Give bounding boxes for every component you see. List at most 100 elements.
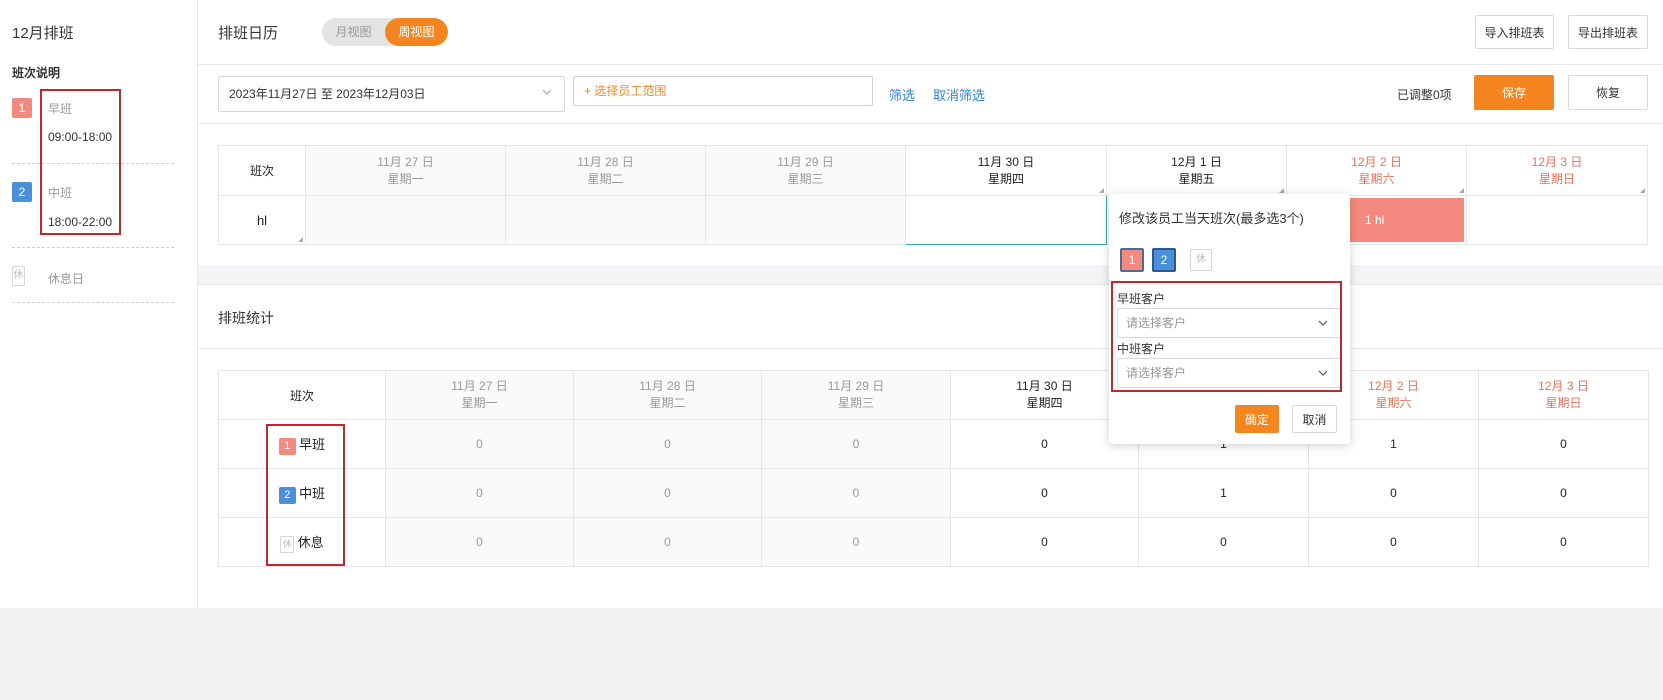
mid-shift-badge: 2 — [12, 182, 32, 202]
mid-shift-time: 18:00-22:00 — [48, 215, 113, 229]
morning-customer-select[interactable]: 请选择客户 — [1117, 308, 1341, 338]
stats-header-bar — [198, 284, 1663, 349]
stats-shift-name: 早班 — [299, 436, 326, 452]
import-schedule-button[interactable]: 导入排班表 — [1475, 15, 1554, 49]
day-header: 11月 29 日星期三 — [705, 145, 906, 196]
week-view-tab[interactable]: 周视图 — [385, 18, 448, 46]
employee-range-select[interactable]: + 选择员工范围 — [573, 76, 873, 106]
day-date: 11月 30 日 — [977, 154, 1035, 169]
shift-edit-popover: 修改该员工当天班次(最多选3个) 1 2 休 早班客户 请选择客户 中班客户 请… — [1109, 194, 1350, 444]
morning-shift-name: 早班 — [48, 102, 73, 116]
day-weekday: 星期日 — [1538, 171, 1575, 186]
day-header[interactable]: 11月 30 日星期四 — [905, 145, 1107, 196]
save-button[interactable]: 保存 — [1474, 75, 1554, 110]
stats-value: 0 — [1308, 517, 1479, 567]
cancel-button[interactable]: 取消 — [1292, 405, 1337, 433]
restore-button[interactable]: 恢复 — [1568, 75, 1648, 110]
app-root: 12月排班 班次说明 1 早班 09:00-18:00 2 中班 18:00-2… — [0, 0, 1663, 608]
assigned-shift-chip[interactable]: 1 hl — [1349, 198, 1464, 242]
day-header: 12月 3 日星期日 — [1478, 370, 1649, 420]
day-date: 12月 2 日 — [1351, 154, 1402, 169]
shift-cell-selected[interactable] — [905, 195, 1107, 245]
shift-cell — [305, 195, 506, 245]
calendar-header-row: 班次 11月 27 日星期一 11月 28 日星期二 11月 29 日星期三 1… — [218, 145, 1648, 196]
day-header: 11月 27 日星期一 — [305, 145, 506, 196]
divider — [12, 302, 174, 303]
stats-value: 0 — [1308, 468, 1479, 518]
table-row: 休 休息 0 0 0 0 0 0 0 — [218, 517, 1649, 567]
header-divider — [198, 64, 1663, 65]
stats-value: 1 — [1138, 468, 1309, 518]
shift-cell — [505, 195, 706, 245]
day-header: 11月 27 日星期一 — [385, 370, 574, 420]
chevron-down-icon — [1318, 370, 1328, 376]
date-range-picker[interactable]: 2023年11月27日 至 2023年12月03日 — [218, 76, 565, 112]
sidebar-subtitle: 班次说明 — [12, 66, 61, 80]
shift-column-label: 班次 — [289, 388, 314, 403]
confirm-button[interactable]: 确定 — [1235, 405, 1279, 433]
day-weekday: 星期一 — [461, 396, 498, 410]
stats-shift-name: 中班 — [299, 485, 326, 501]
shift-cell — [705, 195, 906, 245]
stats-value: 0 — [1478, 419, 1649, 469]
stats-header-row: 班次 11月 27 日星期一 11月 28 日星期二 11月 29 日星期三 1… — [218, 370, 1649, 420]
stats-value: 0 — [1478, 468, 1649, 518]
month-view-tab[interactable]: 月视图 — [322, 18, 385, 46]
shift-option-rest[interactable]: 休 — [1190, 249, 1212, 271]
filter-link[interactable]: 筛选 — [889, 85, 915, 104]
stats-value: 0 — [385, 468, 574, 518]
chevron-down-icon — [542, 89, 552, 95]
mid-customer-select[interactable]: 请选择客户 — [1117, 358, 1341, 388]
day-weekday: 星期六 — [1358, 171, 1395, 186]
cancel-filter-link[interactable]: 取消筛选 — [933, 85, 985, 104]
table-row: 2 中班 0 0 0 0 1 0 0 — [218, 468, 1649, 518]
table-row: hl 1 hl — [218, 195, 1648, 245]
day-header[interactable]: 12月 3 日星期日 — [1466, 145, 1648, 196]
rest-day-name: 休息日 — [48, 272, 85, 286]
day-date: 12月 3 日 — [1538, 379, 1589, 393]
stats-value: 0 — [573, 517, 762, 567]
day-date: 11月 28 日 — [639, 379, 696, 393]
stats-value: 0 — [950, 517, 1139, 567]
morning-shift-time: 09:00-18:00 — [48, 130, 113, 144]
day-weekday: 星期二 — [649, 396, 686, 410]
corner-marker-icon — [1640, 188, 1645, 193]
stats-value: 0 — [573, 468, 762, 518]
schedule-calendar: 班次 11月 27 日星期一 11月 28 日星期二 11月 29 日星期三 1… — [218, 145, 1648, 245]
popover-title: 修改该员工当天班次(最多选3个) — [1119, 211, 1304, 226]
export-schedule-button[interactable]: 导出排班表 — [1568, 15, 1648, 49]
sidebar: 12月排班 班次说明 1 早班 09:00-18:00 2 中班 18:00-2… — [0, 0, 198, 608]
shift-cell[interactable] — [1466, 195, 1648, 245]
day-weekday: 星期三 — [837, 396, 874, 410]
stats-value: 0 — [1138, 517, 1309, 567]
morning-shift-badge: 1 — [278, 437, 296, 455]
day-date: 11月 29 日 — [777, 154, 834, 169]
day-header[interactable]: 12月 2 日星期六 — [1286, 145, 1467, 196]
day-date: 11月 29 日 — [827, 379, 885, 393]
stats-value: 0 — [950, 468, 1139, 518]
rest-day-badge: 休 — [280, 535, 295, 553]
stats-shift-cell: 休 休息 — [218, 517, 386, 567]
stats-value: 0 — [385, 419, 574, 469]
stats-value: 0 — [761, 419, 951, 469]
rest-day-badge: 休 — [12, 266, 25, 286]
morning-shift-badge: 1 — [12, 98, 32, 118]
shift-option-morning[interactable]: 1 — [1120, 248, 1144, 272]
day-header: 11月 29 日星期三 — [761, 370, 951, 420]
mid-customer-label: 中班客户 — [1117, 342, 1166, 356]
day-date: 11月 28 日 — [577, 154, 634, 169]
view-toggle: 月视图 周视图 — [322, 18, 448, 46]
calendar-corner-cell: 班次 — [218, 145, 306, 196]
stats-value: 0 — [1478, 517, 1649, 567]
corner-marker-icon — [1279, 188, 1284, 193]
corner-marker-icon — [298, 237, 303, 242]
date-range-text: 2023年11月27日 至 2023年12月03日 — [229, 87, 426, 101]
mid-shift-badge: 2 — [278, 486, 296, 504]
stats-value: 0 — [761, 468, 951, 518]
day-header[interactable]: 12月 1 日星期五 — [1106, 145, 1287, 196]
shift-option-mid[interactable]: 2 — [1152, 248, 1176, 272]
divider — [12, 247, 174, 248]
stats-value: 0 — [761, 517, 951, 567]
mid-shift-name: 中班 — [48, 186, 73, 200]
divider — [12, 163, 174, 164]
